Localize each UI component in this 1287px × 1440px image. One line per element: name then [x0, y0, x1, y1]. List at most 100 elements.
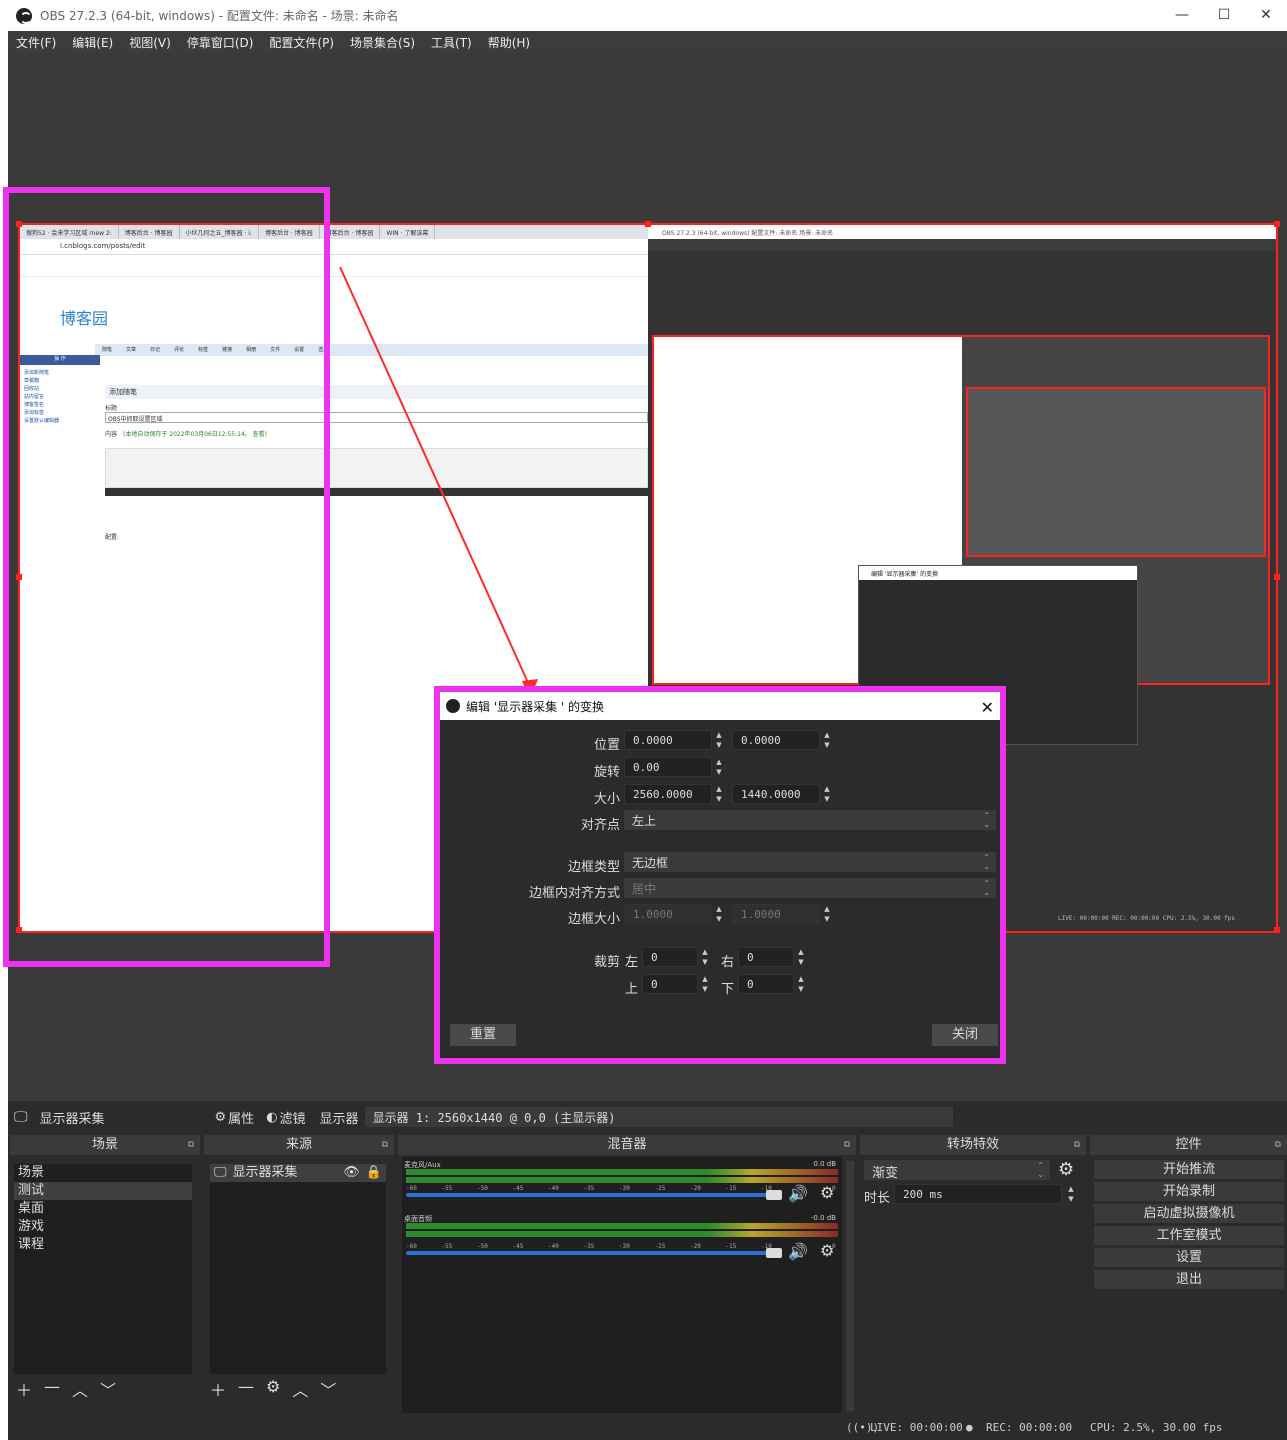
meter-tick: -10 — [761, 1243, 772, 1250]
undock-icon[interactable]: ⧉ — [1074, 1135, 1080, 1155]
bounds-height-spin[interactable]: ▲ ▼ — [820, 904, 834, 924]
settings-button[interactable]: 设置 — [1094, 1248, 1284, 1267]
crop-bottom-spin[interactable]: ▲ ▼ — [794, 974, 808, 994]
close-window-button[interactable]: ✕ — [1245, 0, 1287, 30]
sources-list: 🖵 显示器采集 👁 🔒 — [210, 1164, 386, 1374]
up-icon[interactable]: ︿ — [292, 1377, 308, 1400]
bounds-alignment-label: 边框内对齐方式 — [528, 886, 620, 901]
alignment-value: 左上 — [632, 814, 657, 828]
menu-edit[interactable]: 编辑(E) — [64, 34, 121, 51]
scene-item[interactable]: 测试 — [14, 1182, 192, 1200]
gear-icon[interactable]: ⚙ — [266, 1377, 280, 1397]
studio-mode-button[interactable]: 工作室模式 — [1094, 1226, 1284, 1245]
properties-button[interactable]: 属性 — [228, 1108, 254, 1127]
alignment-select[interactable]: 左上 ⌃ ⌄ — [624, 810, 996, 830]
mixer-scrollbar[interactable] — [846, 1161, 854, 1411]
menu-tools[interactable]: 工具(T) — [423, 34, 480, 51]
sources-dock: 来源 ⧉ 🖵 显示器采集 👁 🔒 ＋ — ⚙ ︿ ﹀ — [204, 1135, 394, 1415]
add-icon[interactable]: ＋ — [210, 1377, 226, 1400]
up-icon[interactable]: ︿ — [72, 1377, 88, 1400]
desktop-volume-slider[interactable] — [406, 1251, 776, 1255]
add-icon[interactable]: ＋ — [16, 1377, 32, 1400]
dialog-close-icon[interactable]: ✕ — [981, 698, 994, 717]
crop-bottom-label: 下 — [720, 982, 734, 997]
menu-profile[interactable]: 配置文件(P) — [261, 34, 342, 51]
position-x-input[interactable]: 0.0000 — [624, 730, 712, 750]
gear-icon[interactable]: ⚙ — [215, 1110, 227, 1125]
duration-spin[interactable]: ▲ ▼ — [1064, 1184, 1078, 1204]
menu-view[interactable]: 视图(V) — [121, 34, 179, 51]
lock-icon[interactable]: 🔒 — [366, 1164, 382, 1182]
crop-left-spin[interactable]: ▲ ▼ — [698, 947, 712, 967]
transition-select[interactable]: 渐变 ⌃ ⌄ — [864, 1160, 1050, 1181]
size-height-input[interactable]: 1440.0000 — [732, 784, 820, 804]
down-icon[interactable]: ﹀ — [100, 1377, 116, 1400]
undock-icon[interactable]: ⧉ — [844, 1135, 850, 1155]
close-button[interactable]: 关闭 — [932, 1024, 998, 1046]
crop-top-spin[interactable]: ▲ ▼ — [698, 974, 712, 994]
meter-tick: -30 — [619, 1185, 630, 1192]
position-x-spin[interactable]: ▲ ▼ — [712, 730, 726, 750]
preview-canvas[interactable]: 搜狗52 · 会来学习区域 rnew 2: 博客后台 · 博客园 小伙几何之五_… — [3, 53, 1287, 1101]
undock-icon[interactable]: ⧉ — [1275, 1135, 1281, 1155]
transition-value: 渐变 — [872, 1166, 899, 1181]
crop-top-input[interactable]: 0 — [642, 974, 698, 994]
down-icon[interactable]: ﹀ — [320, 1377, 336, 1400]
display-select[interactable]: 显示器 1: 2560x1440 @ 0,0 (主显示器) — [364, 1107, 953, 1127]
crop-right-input[interactable]: 0 — [738, 947, 794, 967]
obs-logo-icon — [446, 699, 460, 713]
menu-scene-collection[interactable]: 场景集合(S) — [342, 34, 423, 51]
meter-tick: -55 — [441, 1185, 453, 1192]
start-recording-button[interactable]: 开始录制 — [1094, 1182, 1284, 1201]
source-item[interactable]: 🖵 显示器采集 👁 🔒 — [210, 1164, 386, 1182]
bounds-width-input[interactable]: 1.0000 — [624, 904, 712, 924]
resize-handle[interactable] — [1274, 221, 1280, 227]
maximize-button[interactable]: ☐ — [1203, 0, 1245, 30]
size-height-spin[interactable]: ▲ ▼ — [820, 784, 834, 804]
filters-button[interactable]: 滤镜 — [280, 1108, 306, 1127]
menu-help[interactable]: 帮助(H) — [480, 34, 538, 51]
bounds-type-select[interactable]: 无边框 ⌃ ⌄ — [624, 852, 996, 872]
crop-left-input[interactable]: 0 — [642, 947, 698, 967]
transitions-dock: 转场特效 ⧉ 渐变 ⌃ ⌄ ⚙ 时长 200 ms ▲ ▼ — [860, 1135, 1086, 1415]
resize-handle[interactable] — [1274, 927, 1280, 933]
undock-icon[interactable]: ⧉ — [188, 1135, 194, 1155]
crop-bottom-input[interactable]: 0 — [738, 974, 794, 994]
menu-file[interactable]: 文件(F) — [8, 34, 64, 51]
meter-tick: -45 — [512, 1243, 524, 1250]
size-width-input[interactable]: 2560.0000 — [624, 784, 712, 804]
rotation-input[interactable]: 0.00 — [624, 757, 712, 777]
resize-handle[interactable] — [1274, 574, 1280, 580]
mic-volume-slider[interactable] — [406, 1193, 776, 1197]
meter-tick: -10 — [761, 1185, 772, 1192]
remove-icon[interactable]: — — [238, 1377, 254, 1397]
obs-logo-icon — [16, 7, 32, 24]
eye-icon[interactable]: 👁 — [343, 1164, 360, 1182]
bounds-alignment-value: 居中 — [632, 882, 657, 896]
bounds-width-spin[interactable]: ▲ ▼ — [712, 904, 726, 924]
resize-handle[interactable] — [645, 221, 651, 227]
position-y-input[interactable]: 0.0000 — [732, 730, 820, 750]
filter-icon[interactable]: ◐ — [266, 1110, 277, 1125]
scene-item[interactable]: 桌面 — [14, 1200, 192, 1218]
gear-icon[interactable]: ⚙ — [1058, 1159, 1074, 1180]
start-virtual-camera-button[interactable]: 启动虚拟摄像机 — [1094, 1204, 1284, 1223]
position-y-spin[interactable]: ▲ ▼ — [820, 730, 834, 750]
undock-icon[interactable]: ⧉ — [382, 1135, 388, 1155]
size-width-spin[interactable]: ▲ ▼ — [712, 784, 726, 804]
menu-docks[interactable]: 停靠窗口(D) — [179, 34, 262, 51]
exit-button[interactable]: 退出 — [1094, 1270, 1284, 1289]
scene-item[interactable]: 场景 — [14, 1164, 192, 1182]
bounds-height-input[interactable]: 1.0000 — [732, 904, 820, 924]
remove-icon[interactable]: — — [44, 1377, 60, 1397]
bounds-alignment-select[interactable]: 居中 ⌃ ⌄ — [624, 878, 996, 898]
start-streaming-button[interactable]: 开始推流 — [1094, 1160, 1284, 1179]
duration-input[interactable]: 200 ms — [894, 1184, 1062, 1204]
crop-left-label: 左 — [624, 955, 638, 970]
scene-item[interactable]: 课程 — [14, 1236, 192, 1254]
minimize-button[interactable]: — — [1161, 0, 1203, 30]
scene-item[interactable]: 游戏 — [14, 1218, 192, 1236]
rotation-spin[interactable]: ▲ ▼ — [712, 757, 726, 777]
crop-right-spin[interactable]: ▲ ▼ — [794, 947, 808, 967]
reset-button[interactable]: 重置 — [450, 1024, 516, 1046]
